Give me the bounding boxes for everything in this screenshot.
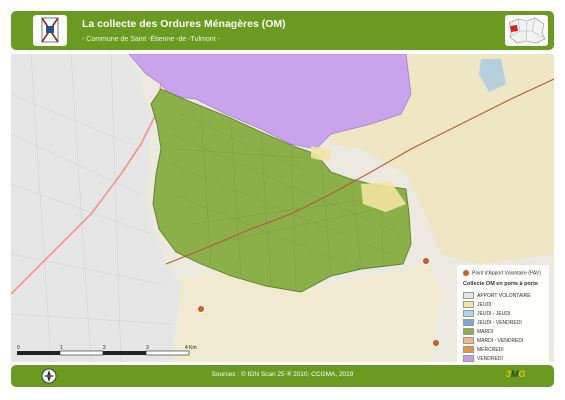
legend-item: MARDI [463,328,493,336]
legend-swatch [463,355,474,362]
page-subtitle: - Commune de Saint -Étienne -de -Tulmont… [82,36,220,43]
brand-logo: 3MG [506,369,526,379]
municipal-crest-icon [33,15,67,46]
legend-swatch [463,337,474,344]
scale-tick: 4 Km [185,345,197,351]
locator-map-icon [505,15,548,46]
legend-item-label: JEUDI [477,301,492,308]
brand-logo-part: G [518,369,526,379]
legend-swatch [463,328,474,335]
legend-item-label: APPORT VOLONTAIRE [477,292,531,299]
scale-tick: 2 [103,345,106,351]
pav-marker[interactable] [432,339,440,347]
legend-swatch [463,319,474,326]
legend-item: MERCREDI [463,346,504,354]
pav-marker[interactable] [422,257,430,265]
scale-tick: 3 [146,345,149,351]
map-legend: Point d'Apport Volontaire (PAV) Collecte… [457,265,549,362]
scale-tick: 1 [60,345,63,351]
legend-item: VENDREDI [463,355,503,362]
sources-credit: Sources : © IGN Scan 25 ® 2010; CCGMA, 2… [211,371,354,378]
header-banner: La collecte des Ordures Ménagères (OM) -… [11,11,554,50]
page-title: La collecte des Ordures Ménagères (OM) [82,18,286,30]
legend-swatch [463,292,474,299]
brand-logo-part: M [511,369,519,379]
legend-item-label: MARDI [477,328,494,335]
legend-swatch [463,310,474,317]
legend-item-label: JEUDI - JEUDI [477,310,511,317]
legend-item-label: MERCREDI [477,346,504,353]
legend-section-title: Collecte OM en porte à porte [463,281,538,287]
legend-item: MARDI - VENDREDI [463,337,523,345]
legend-item: JEUDI - JEUDI [463,310,510,318]
legend-pav: Point d'Apport Volontaire (PAV) [463,270,541,278]
pav-marker[interactable] [197,305,205,313]
pav-legend-icon [463,270,469,276]
legend-item: JEUDI - VENDREDI [463,319,522,327]
map-canvas[interactable]: 0 1 2 3 4 Km Point d'Apport Volontaire (… [11,54,554,362]
legend-swatch [463,346,474,353]
legend-item: APPORT VOLONTAIRE [463,292,531,300]
legend-item-label: MARDI - VENDREDI [477,337,524,344]
legend-pav-label: Point d'Apport Volontaire (PAV) [472,270,541,277]
legend-swatch [463,301,474,308]
legend-item: JEUDI [463,301,491,309]
scale-bar: 0 1 2 3 4 Km [15,342,200,360]
legend-item-label: JEUDI - VENDREDI [477,319,522,326]
footer-banner: Sources : © IGN Scan 25 ® 2010; CCGMA, 2… [11,365,554,387]
scale-tick: 0 [17,345,20,351]
legend-item-label: VENDREDI [477,355,503,362]
